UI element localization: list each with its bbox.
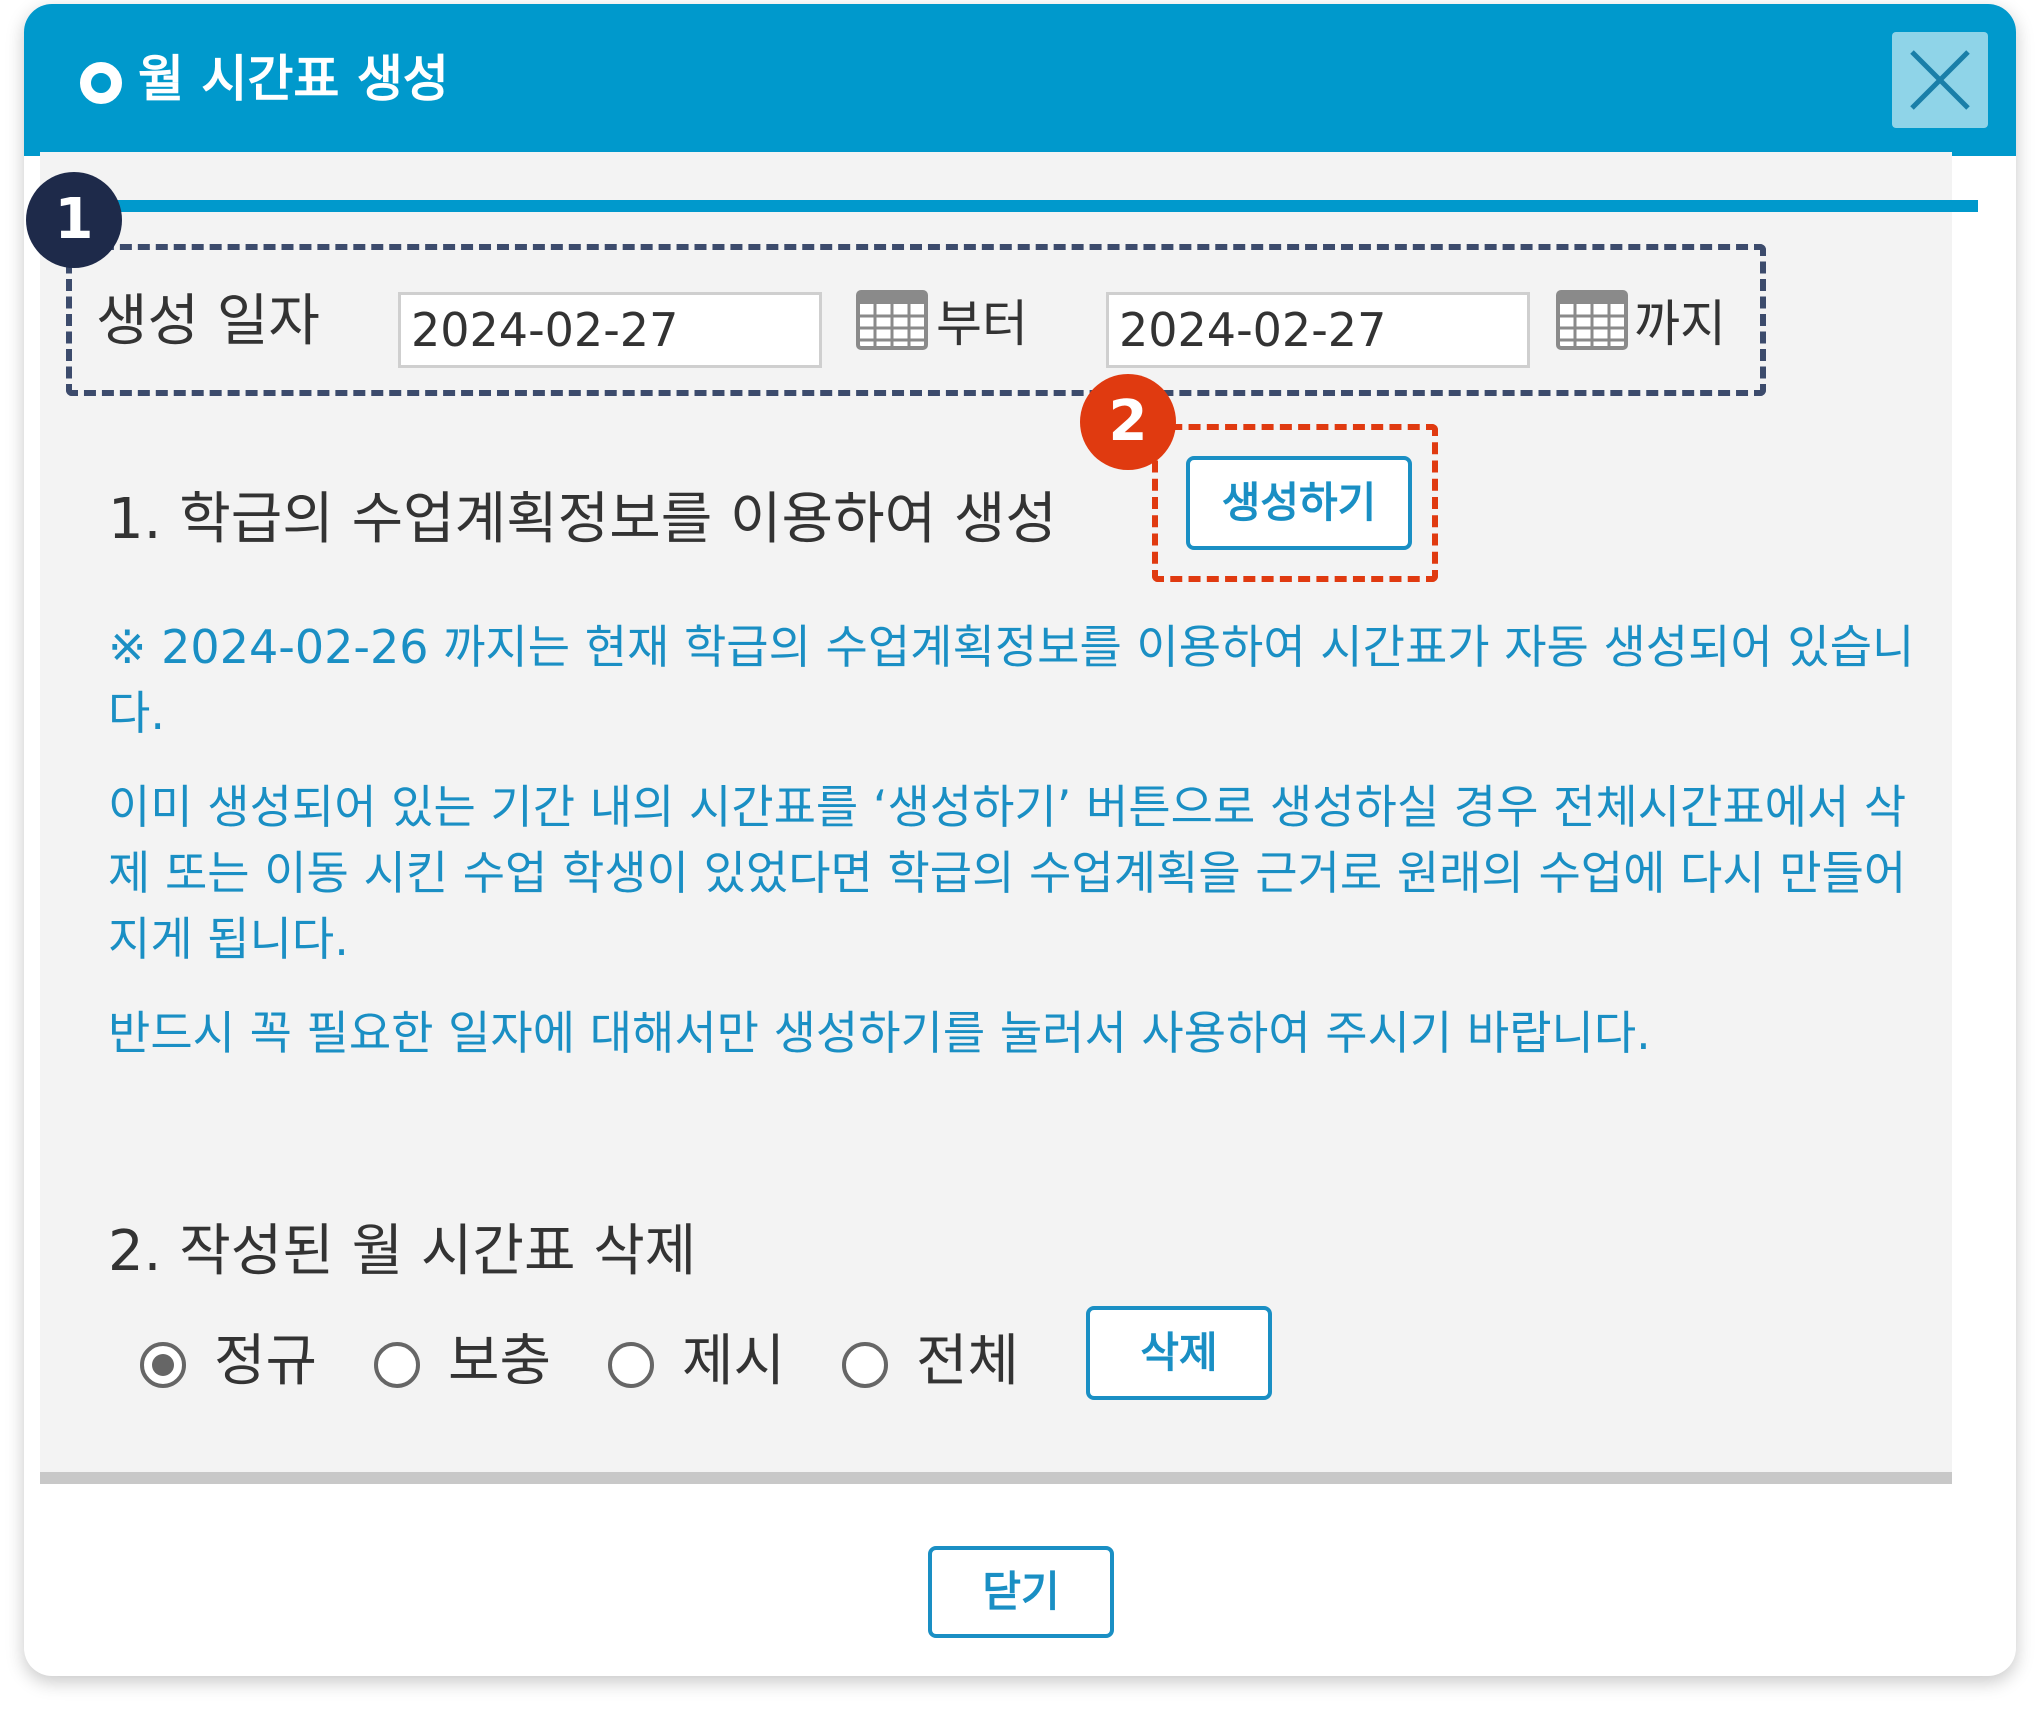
dialog-title: 월 시간표 생성 [138, 50, 449, 108]
dialog-titlebar: 월 시간표 생성 [24, 4, 2016, 156]
calendar-icon[interactable] [1556, 290, 1628, 350]
info-note-regenerate-warning: 이미 생성되어 있는 기간 내의 시간표를 ‘생성하기’ 버튼으로 생성하실 경… [108, 774, 1928, 972]
radio-label: 정규 [214, 1329, 318, 1394]
radio-button[interactable] [608, 1342, 654, 1388]
section-bottom-rule [40, 1472, 1952, 1484]
radio-button[interactable] [374, 1342, 420, 1388]
radio-label: 제시 [682, 1329, 786, 1394]
date-from-suffix: 부터 [936, 295, 1028, 353]
close-button[interactable]: 닫기 [928, 1546, 1114, 1638]
step-badge-2: 2 [1080, 374, 1176, 470]
step-badge-1: 1 [26, 172, 122, 268]
info-text: ※ 2024-02-26 까지는 현재 학급의 수업계획정보를 이용하여 시간표… [108, 620, 1915, 740]
date-range-label: 생성 일자 [96, 289, 320, 354]
section2-label: 2. 작성된 월 시간표 삭제 [108, 1219, 697, 1284]
radio-button[interactable] [842, 1342, 888, 1388]
info-note-auto-generated: ※ 2024-02-26 까지는 현재 학급의 수업계획정보를 이용하여 시간표… [108, 614, 1928, 746]
delete-button[interactable]: 삭제 [1086, 1306, 1272, 1400]
info-note-use-carefully: 반드시 꼭 필요한 일자에 대해서만 생성하기를 눌러서 사용하여 주시기 바랍… [108, 1000, 1928, 1066]
generate-button[interactable]: 생성하기 [1186, 456, 1412, 550]
date-to-input[interactable] [1106, 292, 1530, 368]
title-bullet-icon [80, 62, 122, 104]
section1-label: 1. 학급의 수업계획정보를 이용하여 생성 [108, 487, 1057, 552]
calendar-icon[interactable] [856, 290, 928, 350]
radio-button-checked[interactable] [140, 1342, 186, 1388]
info-text: 반드시 꼭 필요한 일자에 대해서만 생성하기를 눌러서 사용하여 주시기 바랍… [108, 1006, 1651, 1060]
section-top-rule [100, 200, 1978, 212]
date-to-suffix: 까지 [1634, 295, 1726, 353]
close-icon[interactable] [1892, 32, 1988, 128]
radio-label: 전체 [916, 1329, 1020, 1394]
radio-label: 보충 [448, 1329, 552, 1394]
date-from-input[interactable] [398, 292, 822, 368]
info-text: 이미 생성되어 있는 기간 내의 시간표를 ‘생성하기’ 버튼으로 생성하실 경… [108, 780, 1907, 966]
